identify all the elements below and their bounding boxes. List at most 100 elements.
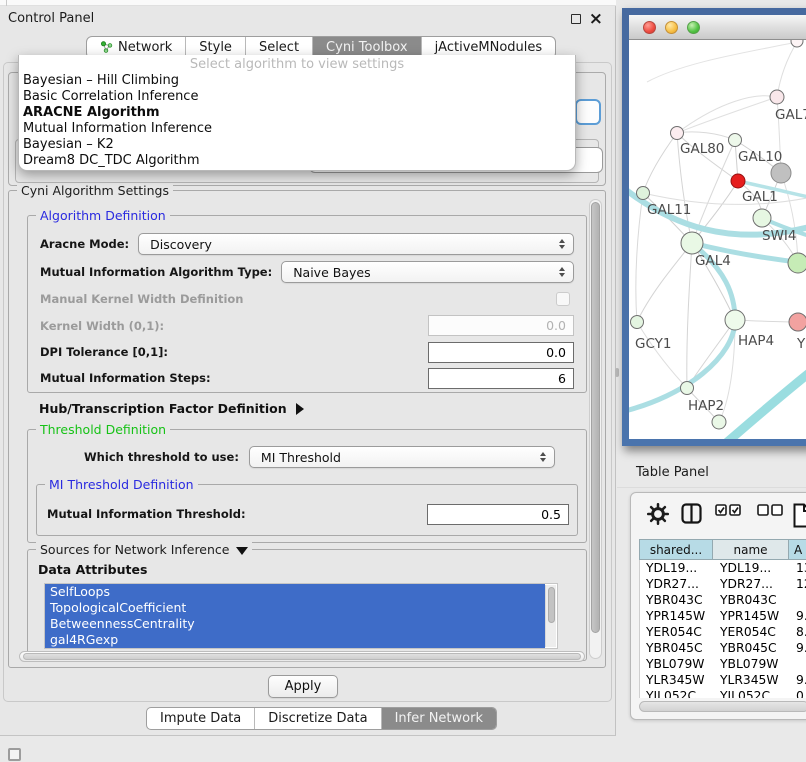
attribute-item[interactable]: SelfLoops	[45, 584, 545, 600]
apply-button[interactable]: Apply	[268, 675, 338, 698]
node-label: GAL11	[647, 202, 691, 218]
settings-scrollbar[interactable]	[589, 199, 602, 659]
table-cell: 13	[790, 560, 806, 576]
expanded-arrow-icon[interactable]	[236, 547, 248, 555]
node-label: GAL1	[742, 189, 778, 205]
dpi-tolerance-field[interactable]: 0.0	[428, 342, 574, 363]
select-all-icon[interactable]	[715, 503, 742, 517]
table-row[interactable]: YPR145WYPR145W9.	[640, 608, 806, 624]
network-node[interactable]	[637, 187, 650, 200]
sources-title-text: Sources for Network Inference	[40, 542, 229, 557]
network-node[interactable]	[681, 382, 694, 395]
tab-label: Select	[259, 40, 299, 55]
aracne-mode-combo[interactable]: Discovery	[138, 233, 574, 255]
table-cell: YBL079W	[640, 656, 714, 672]
network-node[interactable]	[753, 209, 771, 227]
table-row[interactable]: YLR345WYLR345W9.	[640, 672, 806, 688]
network-node[interactable]	[770, 90, 784, 104]
table-horizontal-scrollbar[interactable]	[639, 701, 806, 712]
node-label: Y	[796, 336, 806, 352]
network-edge[interactable]	[643, 133, 677, 193]
mi-type-combo[interactable]: Naive Bayes	[281, 261, 574, 283]
gear-icon[interactable]	[647, 503, 669, 525]
kernel-width-label: Kernel Width (0,1):	[40, 319, 164, 333]
network-node[interactable]	[729, 134, 742, 147]
network-node[interactable]	[725, 310, 745, 330]
network-edge[interactable]	[636, 193, 643, 322]
tab-discretize-data[interactable]: Discretize Data	[255, 708, 381, 729]
settings-horizontal-scrollbar[interactable]	[19, 651, 585, 662]
close-light-icon[interactable]	[643, 21, 656, 34]
export-table-icon[interactable]	[793, 503, 806, 528]
data-attributes-list[interactable]: SelfLoopsTopologicalCoefficientBetweenne…	[44, 583, 558, 649]
table-cell: 12	[790, 576, 806, 592]
algorithm-option[interactable]: Dream8 DC_TDC Algorithm	[19, 153, 575, 169]
table-cell	[790, 656, 806, 672]
network-node[interactable]	[671, 127, 684, 140]
hub-definition-toggle[interactable]: Hub/Transcription Factor Definition	[39, 401, 304, 416]
column-header-a[interactable]: A	[789, 539, 806, 560]
table-row[interactable]: YDR27...YDR27...12	[640, 576, 806, 592]
table-cell: YIL052C	[640, 688, 714, 698]
algorithm-placeholder: Select algorithm to view settings	[19, 56, 575, 73]
kernel-width-field[interactable]: 0.0	[428, 315, 574, 336]
tab-label: Style	[199, 40, 232, 55]
table-cell: YER054C	[640, 624, 714, 640]
table-row[interactable]: YBL079WYBL079W	[640, 656, 806, 672]
close-icon[interactable]: ×	[589, 8, 603, 30]
table-row[interactable]: YBR045CYBR045C9.	[640, 640, 806, 656]
table-row[interactable]: YDL19...YDL19...13	[640, 560, 806, 576]
network-node[interactable]	[681, 232, 703, 254]
table-cell: 9.	[790, 608, 806, 624]
network-edge[interactable]	[687, 243, 692, 388]
column-header-shared[interactable]: shared...	[639, 539, 713, 560]
algorithm-option[interactable]: Bayesian – K2	[19, 137, 575, 153]
column-header-name[interactable]: name	[713, 539, 789, 560]
attribute-item[interactable]: gal4RGexp	[45, 632, 545, 648]
network-node[interactable]	[788, 253, 806, 273]
tab-infer-network[interactable]: Infer Network	[382, 708, 496, 729]
algorithm-option[interactable]: Basic Correlation Inference	[19, 89, 575, 105]
deselect-all-icon[interactable]	[757, 503, 784, 517]
network-node[interactable]	[789, 313, 806, 331]
mi-steps-field[interactable]: 6	[428, 368, 574, 389]
table-cell: YDR27...	[714, 576, 790, 592]
minimize-light-icon[interactable]	[665, 21, 678, 34]
node-table: shared...nameA YDL19...YDL19...13YDR27..…	[639, 539, 806, 698]
network-edge[interactable]	[637, 243, 692, 322]
combo-stepper-icon[interactable]	[575, 99, 601, 125]
mi-type-label: Mutual Information Algorithm Type:	[40, 265, 272, 279]
attributes-scrollbar[interactable]	[545, 585, 556, 647]
table-row[interactable]: YBR043CYBR043C	[640, 592, 806, 608]
tab-impute-data[interactable]: Impute Data	[147, 708, 255, 729]
float-icon[interactable]	[571, 14, 581, 24]
manual-kernel-checkbox[interactable]	[556, 292, 570, 306]
threshold-definition-title: Threshold Definition	[36, 422, 170, 437]
columns-icon[interactable]	[681, 503, 702, 524]
network-edge[interactable]	[637, 322, 687, 388]
network-node[interactable]	[791, 40, 803, 47]
attribute-item[interactable]: TopologicalCoefficient	[45, 600, 545, 616]
zoom-light-icon[interactable]	[687, 21, 700, 34]
network-edge[interactable]	[677, 97, 777, 133]
attribute-item[interactable]: BetweennessCentrality	[45, 616, 545, 632]
mi-threshold-field[interactable]: 0.5	[427, 504, 569, 525]
network-edge[interactable]	[647, 42, 797, 82]
table-row[interactable]: YIL052CYIL052C0	[640, 688, 806, 698]
network-node[interactable]	[771, 163, 791, 183]
network-node[interactable]	[631, 316, 644, 329]
network-edge[interactable]	[677, 132, 735, 140]
network-edge[interactable]	[777, 42, 797, 97]
collapsed-panel-icon[interactable]	[8, 748, 21, 761]
splitter-grip[interactable]	[615, 368, 619, 377]
network-edge[interactable]	[725, 370, 806, 439]
algorithm-option[interactable]: Bayesian – Hill Climbing	[19, 73, 575, 89]
network-node[interactable]	[731, 174, 745, 188]
table-cell: YIL052C	[714, 688, 790, 698]
network-canvas[interactable]: GAL7GAL80GAL10GAL1GAL11SWI4GAL4GCY1HAP4Y…	[629, 40, 806, 439]
table-row[interactable]: YER054CYER054C8.	[640, 624, 806, 640]
network-node[interactable]	[712, 415, 726, 429]
algorithm-option[interactable]: Mutual Information Inference	[19, 121, 575, 137]
algorithm-option[interactable]: ARACNE Algorithm	[19, 105, 575, 121]
which-threshold-combo[interactable]: MI Threshold	[249, 446, 555, 468]
